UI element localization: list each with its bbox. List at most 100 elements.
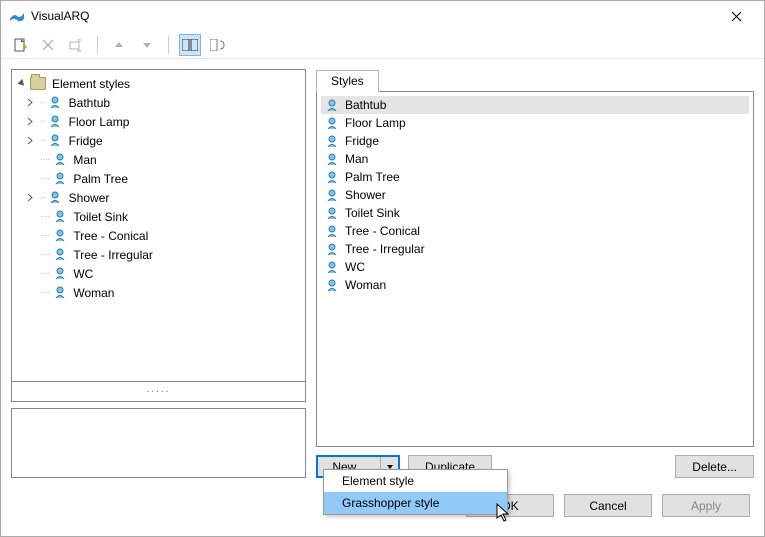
right-pane: Styles Bathtub Floor Lamp Fridge Man Pal…: [316, 69, 754, 478]
list-item[interactable]: Man: [321, 150, 749, 168]
tree-item[interactable]: ··Bathtub: [14, 93, 303, 112]
mouse-cursor-icon: [496, 503, 512, 526]
element-icon: [325, 134, 339, 148]
expand-icon[interactable]: [24, 117, 36, 126]
tree-item[interactable]: ····Tree - Irregular: [14, 245, 303, 264]
toolbar-separator: [97, 36, 98, 54]
list-item[interactable]: Floor Lamp: [321, 114, 749, 132]
list-item[interactable]: Toilet Sink: [321, 204, 749, 222]
layout-single-button[interactable]: [207, 34, 229, 56]
app-icon: [9, 8, 25, 24]
expand-icon[interactable]: [24, 136, 36, 145]
list-item[interactable]: Tree - Conical: [321, 222, 749, 240]
delete-button[interactable]: Delete...: [675, 455, 754, 478]
list-item-label: Bathtub: [345, 98, 386, 112]
element-icon: [325, 206, 339, 220]
list-item-label: Toilet Sink: [345, 206, 400, 220]
toolbar: [1, 31, 764, 59]
list-item[interactable]: Palm Tree: [321, 168, 749, 186]
tree-item-label: Shower: [69, 191, 110, 205]
tree-root[interactable]: Element styles: [14, 74, 303, 93]
expand-icon[interactable]: [24, 98, 36, 107]
list-item-label: Shower: [345, 188, 386, 202]
element-icon: [325, 242, 339, 256]
element-icon: [53, 229, 67, 243]
tree-item[interactable]: ····Man: [14, 150, 303, 169]
style-tree[interactable]: Element styles ··Bathtub ··Floor Lamp ··…: [11, 69, 306, 382]
list-item-label: Floor Lamp: [345, 116, 406, 130]
tree-item-label: Woman: [73, 286, 114, 300]
tree-item-label: Man: [73, 153, 96, 167]
list-item[interactable]: Tree - Irregular: [321, 240, 749, 258]
toolbar-separator: [168, 36, 169, 54]
tree-item[interactable]: ····Tree - Conical: [14, 226, 303, 245]
tree-item[interactable]: ··Floor Lamp: [14, 112, 303, 131]
list-item-label: Tree - Irregular: [345, 242, 425, 256]
element-icon: [325, 278, 339, 292]
apply-button[interactable]: Apply: [662, 494, 750, 517]
move-up-button[interactable]: [108, 34, 130, 56]
tree-item-label: Toilet Sink: [73, 210, 128, 224]
element-icon: [325, 98, 339, 112]
styles-list[interactable]: Bathtub Floor Lamp Fridge Man Palm Tree …: [316, 91, 754, 447]
tree-item[interactable]: ····Woman: [14, 283, 303, 302]
tree-item-label: Tree - Conical: [73, 229, 148, 243]
list-item-label: Fridge: [345, 134, 379, 148]
list-item[interactable]: Shower: [321, 186, 749, 204]
tree-item-label: WC: [73, 267, 93, 281]
layout-split-button[interactable]: [179, 34, 201, 56]
list-item-label: Man: [345, 152, 368, 166]
list-item[interactable]: Woman: [321, 276, 749, 294]
dialog-body: Element styles ··Bathtub ··Floor Lamp ··…: [1, 59, 764, 488]
move-down-button[interactable]: [136, 34, 158, 56]
delete-style-button[interactable]: [37, 34, 59, 56]
element-icon: [325, 116, 339, 130]
element-icon: [49, 134, 63, 148]
tree-item-label: Floor Lamp: [69, 115, 130, 129]
preview-pane: [11, 408, 306, 478]
list-item[interactable]: WC: [321, 258, 749, 276]
element-icon: [53, 248, 67, 262]
folder-icon: [30, 77, 46, 90]
tree-item[interactable]: ····Toilet Sink: [14, 207, 303, 226]
tree-item-label: Tree - Irregular: [73, 248, 153, 262]
element-icon: [325, 260, 339, 274]
rename-button[interactable]: [65, 34, 87, 56]
element-icon: [325, 224, 339, 238]
element-icon: [53, 286, 67, 300]
element-icon: [53, 153, 67, 167]
element-icon: [53, 172, 67, 186]
list-item-label: Tree - Conical: [345, 224, 420, 238]
left-pane: Element styles ··Bathtub ··Floor Lamp ··…: [11, 69, 306, 478]
tab-strip: Styles: [316, 69, 754, 91]
tree-item[interactable]: ··Shower: [14, 188, 303, 207]
splitter-handle[interactable]: .....: [11, 382, 306, 402]
dropdown-item-grasshopper-style[interactable]: Grasshopper style: [324, 492, 507, 514]
tree-item-label: Bathtub: [69, 96, 110, 110]
tree-item[interactable]: ····Palm Tree: [14, 169, 303, 188]
element-icon: [325, 188, 339, 202]
element-icon: [49, 96, 63, 110]
tree-root-label: Element styles: [52, 77, 130, 91]
list-item-label: Woman: [345, 278, 386, 292]
titlebar: VisualARQ: [1, 1, 764, 31]
list-item[interactable]: Fridge: [321, 132, 749, 150]
collapse-icon[interactable]: [16, 79, 28, 88]
close-button[interactable]: [716, 1, 756, 31]
expand-icon[interactable]: [24, 193, 36, 202]
cancel-button[interactable]: Cancel: [564, 494, 652, 517]
new-style-button[interactable]: [9, 34, 31, 56]
dropdown-item-element-style[interactable]: Element style: [324, 470, 507, 492]
element-icon: [49, 115, 63, 129]
element-icon: [53, 210, 67, 224]
list-item[interactable]: Bathtub: [321, 96, 749, 114]
list-item-label: WC: [345, 260, 365, 274]
tree-item-label: Fridge: [69, 134, 103, 148]
tree-item-label: Palm Tree: [73, 172, 128, 186]
tree-item[interactable]: ····WC: [14, 264, 303, 283]
tab-styles[interactable]: Styles: [316, 70, 379, 92]
tree-item[interactable]: ··Fridge: [14, 131, 303, 150]
window-title: VisualARQ: [31, 9, 716, 23]
visualarq-window: VisualARQ Element styles ··Bathtub ··Flo…: [0, 0, 765, 537]
element-icon: [325, 152, 339, 166]
